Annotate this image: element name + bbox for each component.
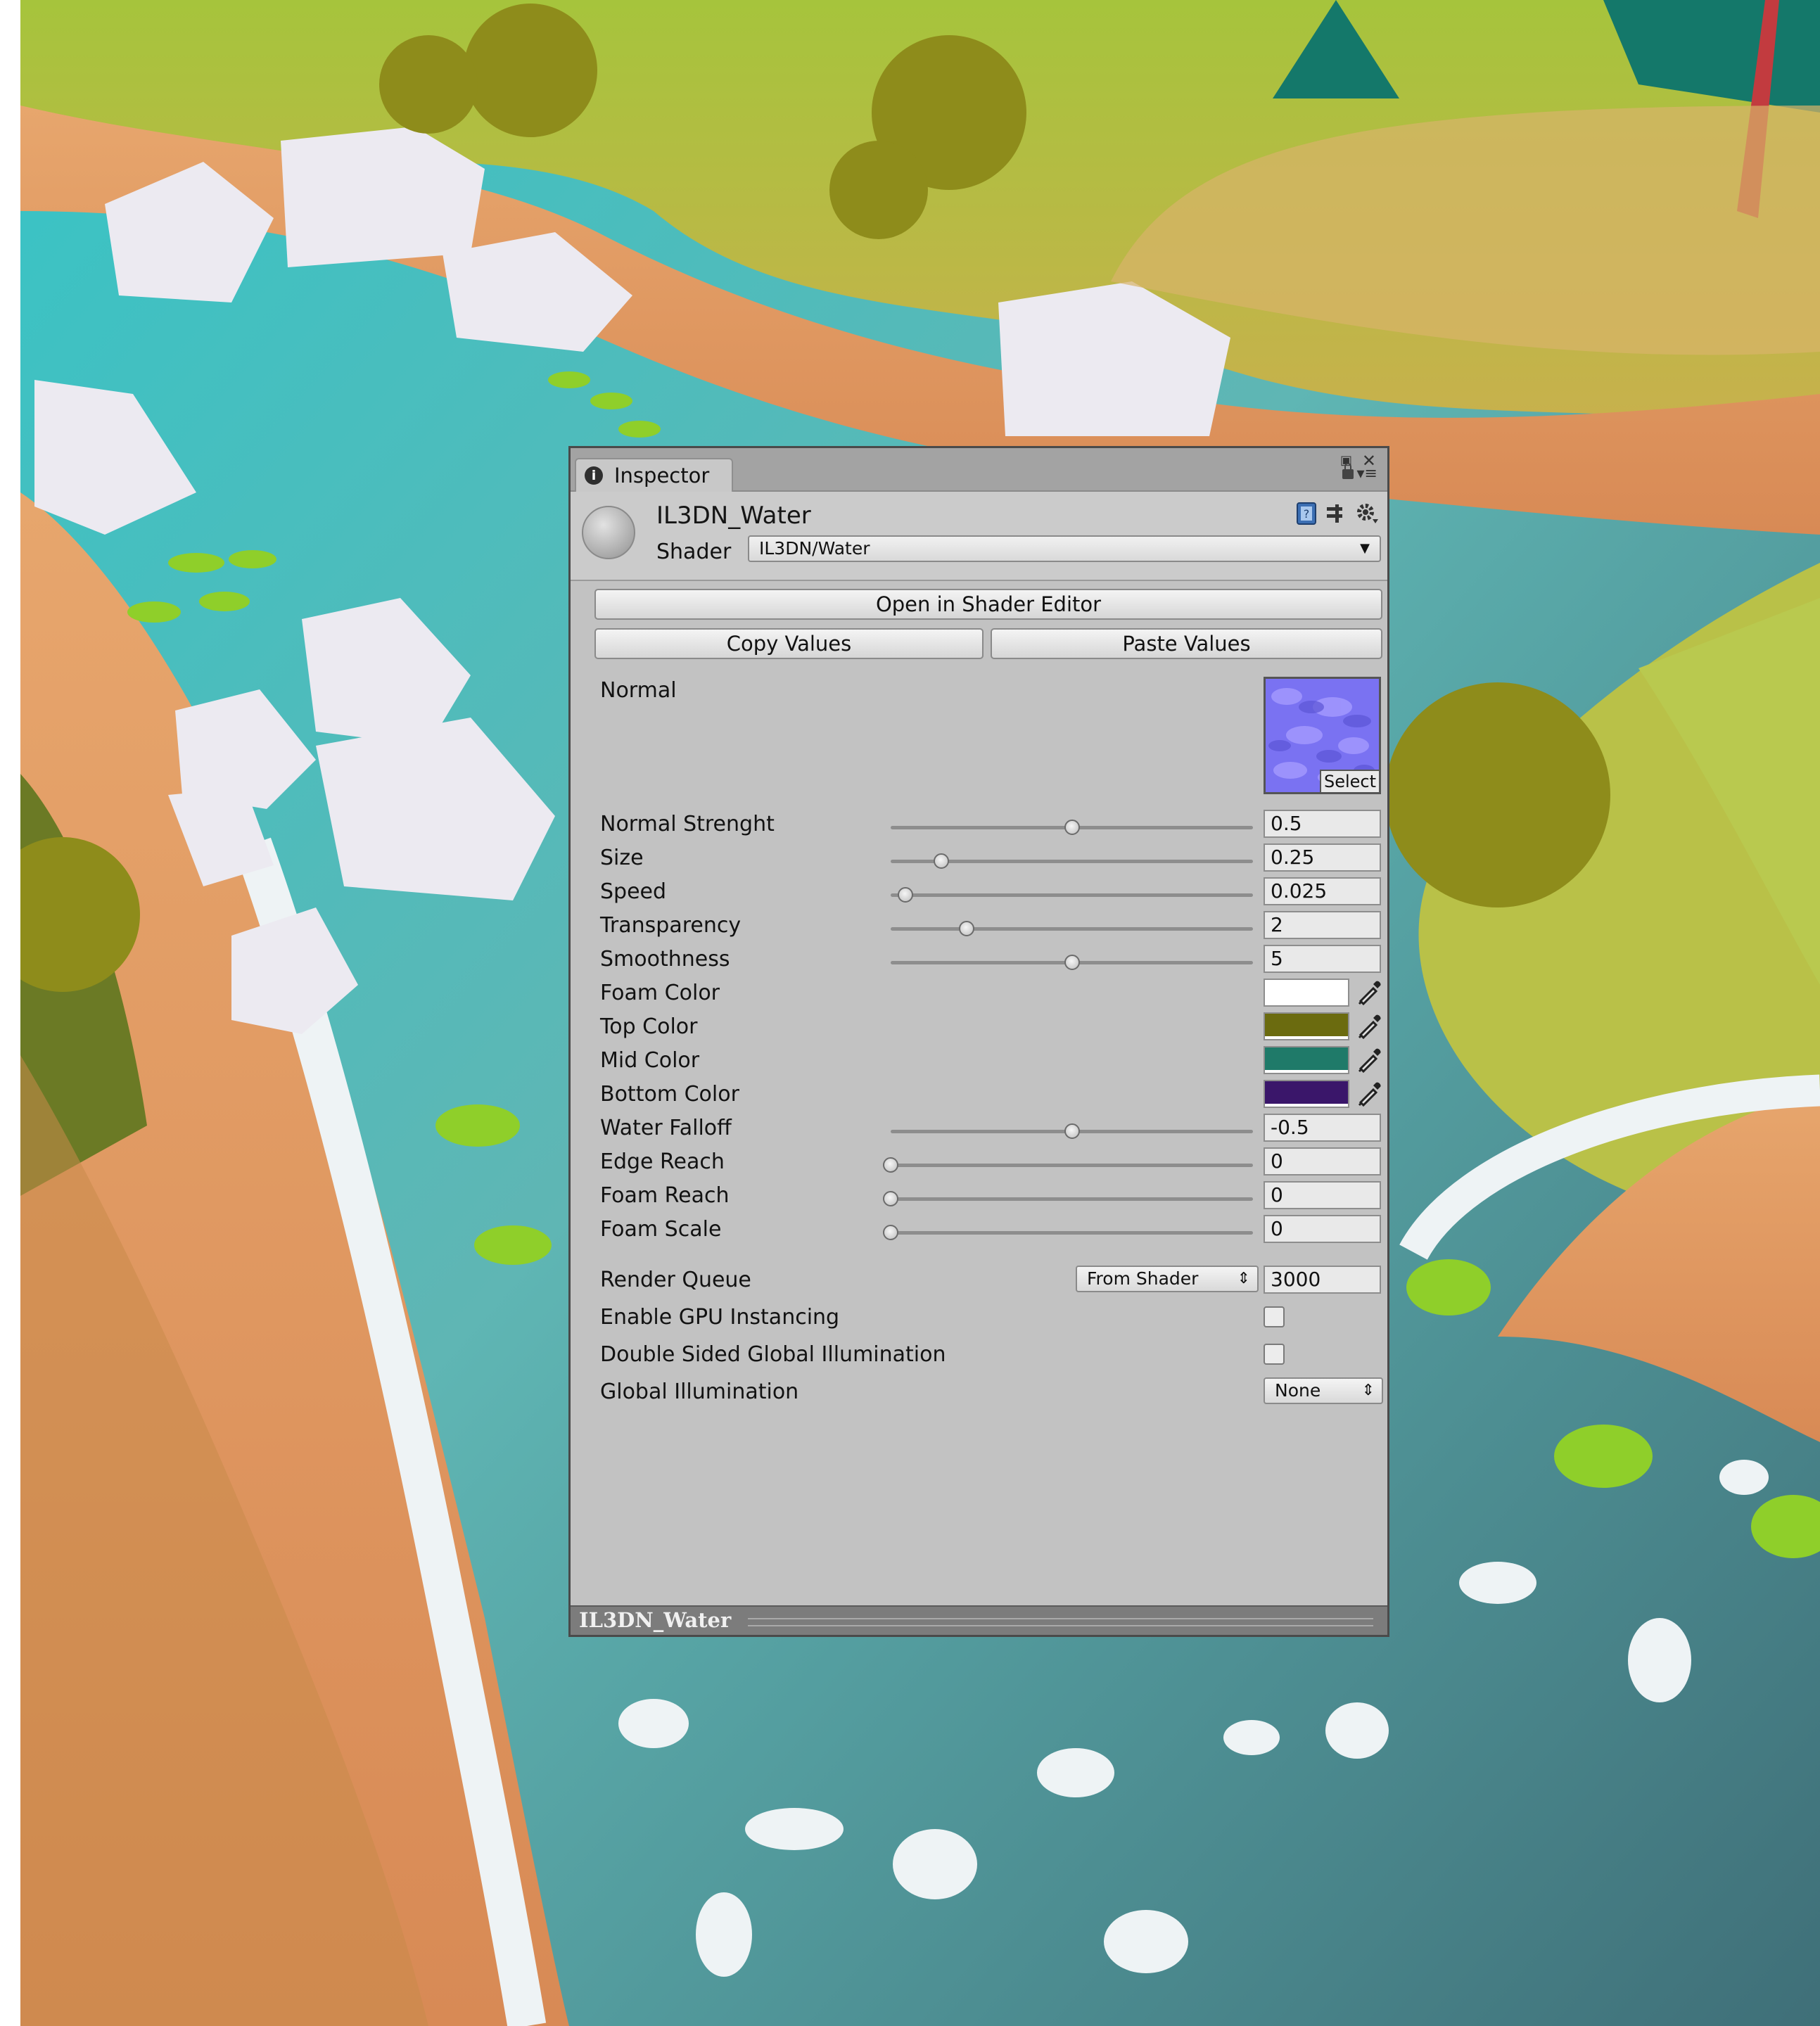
- render-queue-dropdown[interactable]: From Shader ⇕: [1076, 1266, 1259, 1292]
- eyedropper-icon[interactable]: [1355, 1080, 1383, 1108]
- normal-texture-label: Normal: [600, 678, 677, 703]
- double-sided-gi-checkbox[interactable]: [1264, 1344, 1285, 1365]
- render-queue-field[interactable]: 3000: [1264, 1266, 1381, 1294]
- updown-arrow-icon: ⇕: [1361, 1382, 1375, 1399]
- chevron-down-icon: ▼: [1360, 541, 1370, 556]
- slider-value-field[interactable]: 0: [1264, 1181, 1381, 1209]
- lock-icon[interactable]: [1342, 463, 1354, 479]
- texture-select-button[interactable]: Select: [1319, 770, 1379, 792]
- slider-track[interactable]: [891, 820, 1253, 835]
- eyedropper-icon[interactable]: [1355, 1012, 1383, 1040]
- slider-value-field[interactable]: 2: [1264, 911, 1381, 939]
- updown-arrow-icon: ⇕: [1237, 1270, 1250, 1287]
- slider-value-field[interactable]: 0.5: [1264, 810, 1381, 838]
- global-illumination-label: Global Illumination: [600, 1380, 799, 1404]
- color-swatch[interactable]: [1264, 1080, 1349, 1108]
- slider-track[interactable]: [891, 853, 1253, 869]
- slider-label: Transparency: [600, 913, 742, 938]
- slider-handle[interactable]: [1064, 820, 1080, 835]
- slider-handle[interactable]: [1064, 1123, 1080, 1139]
- render-queue-mode: From Shader: [1087, 1268, 1199, 1289]
- color-label: Top Color: [600, 1014, 698, 1039]
- slider-track[interactable]: [891, 921, 1253, 936]
- slider-track[interactable]: [883, 1157, 1253, 1173]
- inspector-window: i Inspector ▣ ✕ ▾≡ IL3DN_Water Shader IL…: [568, 446, 1389, 1637]
- tab-bar: i Inspector ▣ ✕ ▾≡: [571, 448, 1387, 492]
- slider-value-field[interactable]: 0: [1264, 1215, 1381, 1243]
- eyedropper-icon[interactable]: [1355, 979, 1383, 1007]
- slider-handle[interactable]: [883, 1191, 898, 1206]
- svg-text:?: ?: [1304, 507, 1310, 521]
- preview-footer-bar[interactable]: IL3DN_Water: [571, 1605, 1387, 1635]
- gpu-instancing-checkbox[interactable]: [1264, 1306, 1285, 1327]
- slider-value-field[interactable]: 0.025: [1264, 877, 1381, 905]
- color-swatch[interactable]: [1264, 1012, 1349, 1040]
- slider-value-field[interactable]: 0.25: [1264, 843, 1381, 872]
- paste-values-button[interactable]: Paste Values: [991, 628, 1382, 659]
- slider-track[interactable]: [891, 1123, 1253, 1139]
- help-book-icon[interactable]: ?: [1294, 502, 1318, 525]
- slider-label: Water Falloff: [600, 1116, 732, 1140]
- menu-icon[interactable]: ▾≡: [1357, 466, 1377, 482]
- slider-label: Smoothness: [600, 947, 730, 971]
- render-queue-label: Render Queue: [600, 1268, 751, 1292]
- slider-value-field[interactable]: 5: [1264, 945, 1381, 973]
- slider-value-field[interactable]: -0.5: [1264, 1114, 1381, 1142]
- alpha-bar: [1265, 1104, 1348, 1107]
- slider-label: Foam Reach: [600, 1183, 730, 1208]
- info-icon: i: [585, 466, 603, 485]
- double-sided-gi-label: Double Sided Global Illumination: [600, 1342, 946, 1367]
- shader-label: Shader: [656, 540, 732, 564]
- slider-label: Foam Scale: [600, 1217, 722, 1242]
- global-illumination-value: None: [1275, 1380, 1321, 1401]
- slider-label: Edge Reach: [600, 1149, 725, 1174]
- open-shader-editor-button[interactable]: Open in Shader Editor: [594, 589, 1382, 620]
- footer-material-name: IL3DN_Water: [579, 1608, 732, 1632]
- material-name: IL3DN_Water: [656, 502, 811, 530]
- copy-values-button[interactable]: Copy Values: [594, 628, 984, 659]
- slider-track[interactable]: [883, 1191, 1253, 1206]
- preset-icon[interactable]: [1324, 502, 1348, 525]
- color-swatch[interactable]: [1264, 1046, 1349, 1074]
- gpu-instancing-label: Enable GPU Instancing: [600, 1305, 840, 1330]
- shader-dropdown-value: IL3DN/Water: [759, 538, 870, 559]
- material-header: IL3DN_Water Shader IL3DN/Water ▼ ?: [571, 492, 1387, 581]
- slider-label: Speed: [600, 879, 667, 904]
- color-swatch[interactable]: [1264, 979, 1349, 1007]
- normal-texture-slot[interactable]: Select: [1264, 677, 1381, 794]
- color-label: Bottom Color: [600, 1082, 739, 1107]
- material-preview: [582, 506, 635, 559]
- alpha-bar: [1265, 1070, 1348, 1073]
- slider-track[interactable]: [891, 955, 1253, 970]
- slider-track[interactable]: [891, 887, 1253, 903]
- alpha-bar: [1265, 1036, 1348, 1039]
- slider-track[interactable]: [883, 1225, 1253, 1240]
- eyedropper-icon[interactable]: [1355, 1046, 1383, 1074]
- slider-handle[interactable]: [897, 887, 913, 903]
- slider-handle[interactable]: [883, 1225, 898, 1240]
- slider-handle[interactable]: [883, 1157, 898, 1173]
- slider-handle[interactable]: [1064, 955, 1080, 970]
- slider-label: Size: [600, 846, 644, 870]
- tab-inspector[interactable]: i Inspector: [575, 458, 733, 492]
- shader-dropdown[interactable]: IL3DN/Water ▼: [748, 535, 1381, 562]
- resize-grip[interactable]: [748, 1618, 1373, 1626]
- color-label: Foam Color: [600, 981, 720, 1005]
- global-illumination-dropdown[interactable]: None ⇕: [1264, 1377, 1383, 1404]
- alpha-bar: [1265, 1002, 1348, 1005]
- slider-handle[interactable]: [934, 853, 950, 869]
- slider-value-field[interactable]: 0: [1264, 1147, 1381, 1176]
- tab-inspector-label: Inspector: [614, 464, 710, 488]
- gear-icon[interactable]: [1355, 502, 1379, 525]
- color-label: Mid Color: [600, 1048, 700, 1073]
- slider-handle[interactable]: [959, 921, 975, 936]
- slider-label: Normal Strenght: [600, 812, 775, 836]
